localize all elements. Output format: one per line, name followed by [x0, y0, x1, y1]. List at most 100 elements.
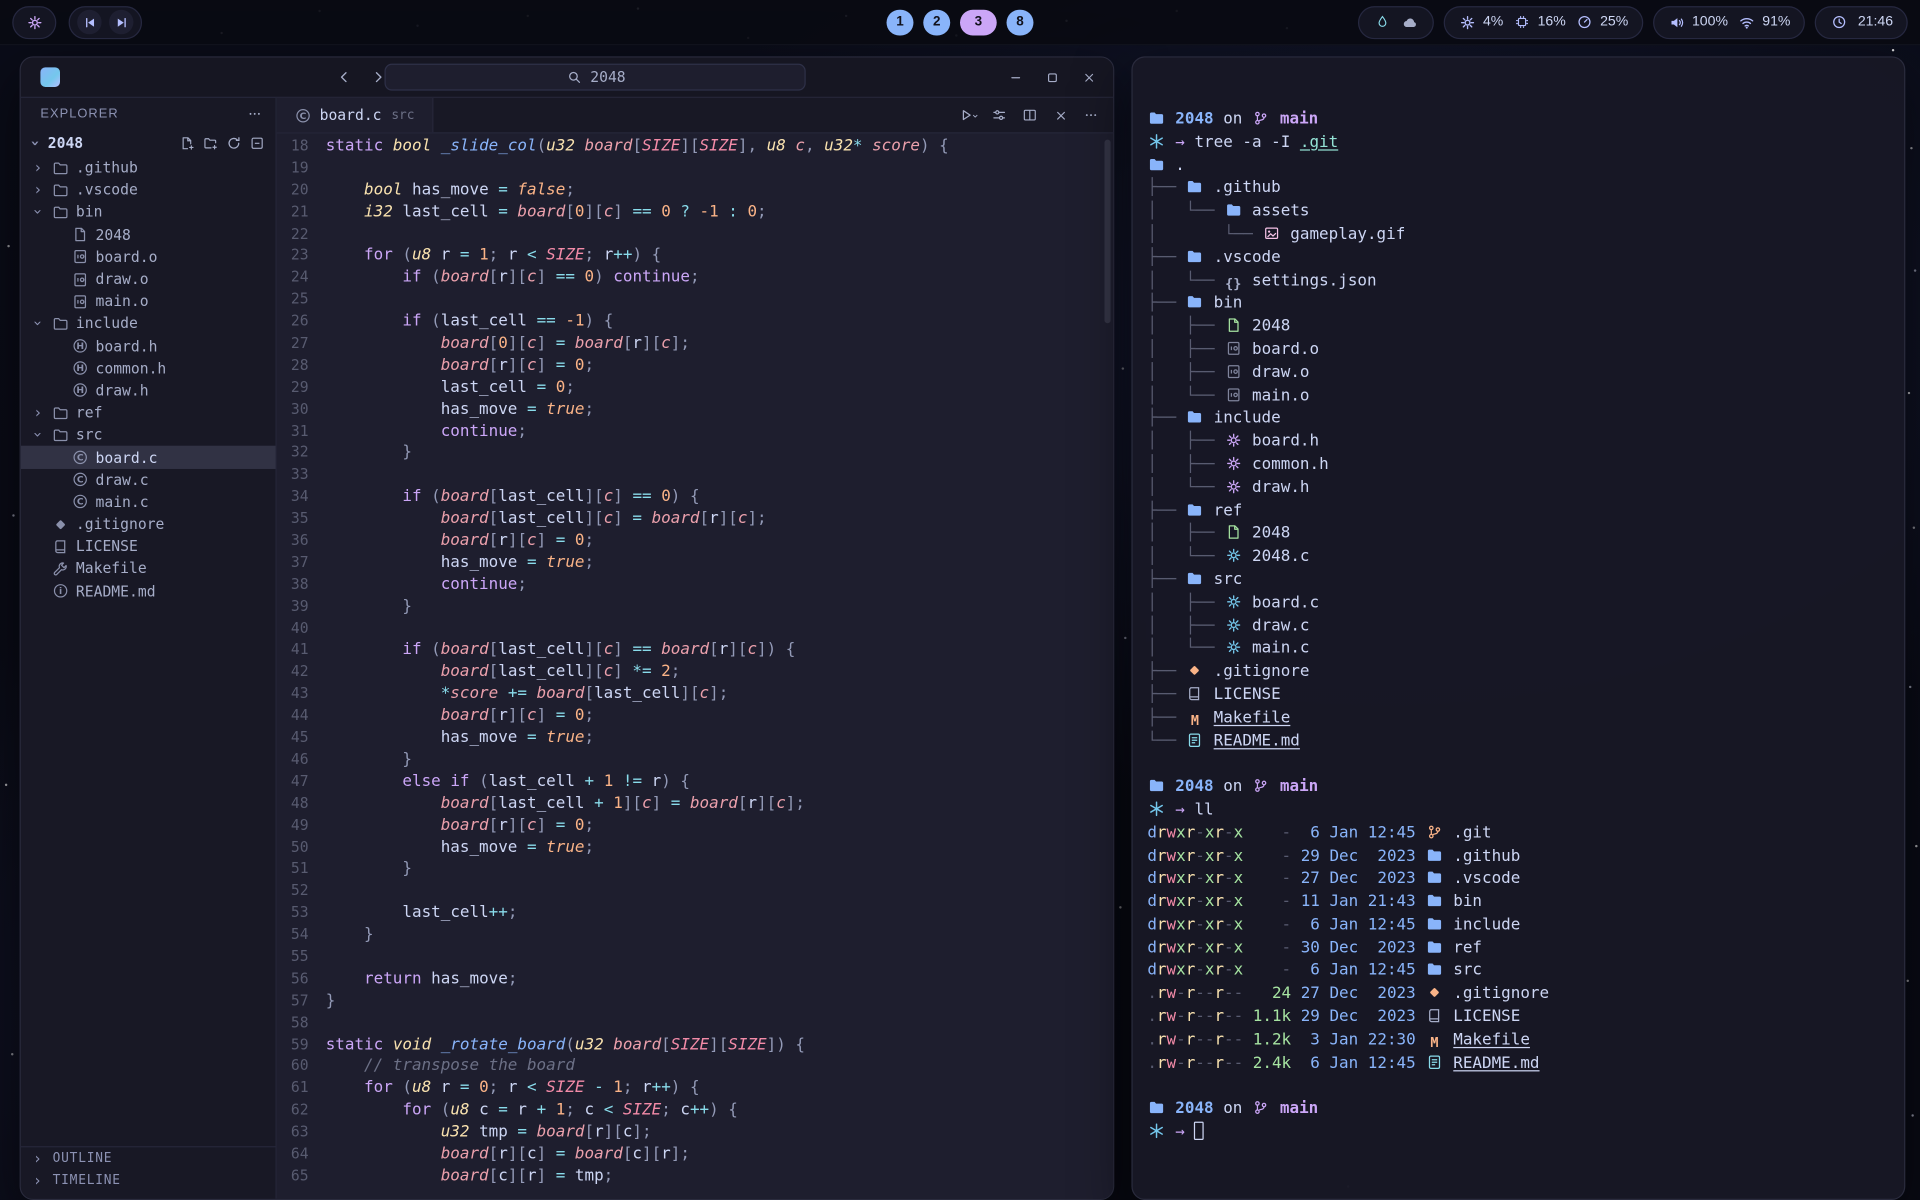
split-editor-button[interactable]: [1015, 100, 1044, 129]
explorer-item-Makefile[interactable]: Makefile: [21, 558, 276, 580]
folder-icon: [1147, 1099, 1165, 1116]
line-number: 30: [277, 399, 309, 421]
more-actions-button[interactable]: [1076, 100, 1105, 129]
file-icon: [1224, 524, 1242, 541]
workspace-8[interactable]: 8: [1007, 9, 1034, 35]
close-icon: [1079, 69, 1097, 86]
maximize-button[interactable]: [1037, 63, 1066, 92]
folder-icon: [1147, 777, 1165, 794]
collapse-all-button[interactable]: [246, 132, 268, 154]
explorer-item-.vscode[interactable]: ›.vscode: [21, 179, 276, 201]
workspace-2[interactable]: 2: [923, 9, 950, 35]
explorer-item-README.md[interactable]: iREADME.md: [21, 580, 276, 602]
folder-icon: [1186, 409, 1204, 426]
refresh-button[interactable]: [223, 132, 245, 154]
nav-back-button[interactable]: [329, 62, 358, 91]
explorer-item-.github[interactable]: ›.github: [21, 157, 276, 179]
explorer-item-board.o[interactable]: board.o: [21, 246, 276, 268]
launcher-button[interactable]: [12, 6, 56, 39]
close-editor-button[interactable]: [1046, 100, 1075, 129]
explorer-item-include[interactable]: ›include: [21, 313, 276, 335]
code-line-47: 47 else if (last_cell + 1 != r) {: [277, 771, 1113, 793]
line-number: 48: [277, 793, 309, 815]
media-next-button[interactable]: [109, 10, 133, 34]
workspace-3[interactable]: 3: [960, 9, 997, 35]
minimize-button[interactable]: [1000, 63, 1029, 92]
code-line-58: 58: [277, 1012, 1113, 1034]
media-prev-button[interactable]: [77, 10, 101, 34]
explorer-item-main.o[interactable]: main.o: [21, 290, 276, 312]
line-number: 18: [277, 136, 309, 158]
explorer-item-draw.c[interactable]: Cdraw.c: [21, 469, 276, 491]
wifi-icon: [1738, 13, 1756, 30]
code-line-36: 36 board[r][c] = 0;: [277, 530, 1113, 552]
system-stats[interactable]: 4% 16% 25%: [1444, 6, 1643, 39]
snow-icon: [1147, 133, 1165, 150]
gear-icon: [1224, 432, 1242, 449]
workspace-1[interactable]: 1: [887, 9, 914, 35]
new-file-button[interactable]: [176, 132, 198, 154]
h-lang-icon: H: [71, 360, 89, 377]
editor-window[interactable]: 2048 EXPLORER › 2048: [20, 56, 1115, 1200]
terminal-line: ├── ref: [1147, 500, 1904, 523]
terminal-line: 2048 on main: [1147, 776, 1904, 799]
snow-icon: [1147, 1122, 1165, 1139]
line-number: 39: [277, 596, 309, 618]
explorer-item-draw.h[interactable]: Hdraw.h: [21, 379, 276, 401]
code-line-18: 18static bool _slide_col(u32 board[SIZE]…: [277, 136, 1113, 158]
explorer-item-ref[interactable]: ›ref: [21, 402, 276, 424]
run-button[interactable]: ⌄: [954, 100, 983, 129]
line-number: 63: [277, 1122, 309, 1144]
new-folder-button[interactable]: [200, 132, 222, 154]
explorer-item-2048[interactable]: 2048: [21, 224, 276, 246]
explorer-item-label: board.o: [96, 248, 158, 265]
code-lines[interactable]: 18static bool _slide_col(u32 board[SIZE]…: [277, 133, 1113, 1198]
terminal-line: ├── include: [1147, 408, 1904, 431]
panel-outline[interactable]: ›OUTLINE: [21, 1147, 276, 1169]
search-input[interactable]: 2048: [384, 64, 805, 91]
line-number: 54: [277, 925, 309, 947]
project-section-header[interactable]: › 2048: [21, 130, 276, 157]
explorer-item-main.c[interactable]: Cmain.c: [21, 491, 276, 513]
code-line-31: 31 continue;: [277, 421, 1113, 443]
terminal-window[interactable]: 2048 on main → tree -a -I .git .├── .git…: [1131, 56, 1905, 1200]
terminal-body[interactable]: 2048 on main → tree -a -I .git .├── .git…: [1133, 58, 1904, 1145]
panel-timeline[interactable]: ›TIMELINE: [21, 1169, 276, 1191]
line-number: 51: [277, 859, 309, 881]
code-line-45: 45 has_move = true;: [277, 727, 1113, 749]
explorer-item-.gitignore[interactable]: .gitignore: [21, 513, 276, 535]
editor-scrollbar[interactable]: [1104, 140, 1110, 324]
folder-icon: [1425, 846, 1443, 863]
explorer-item-LICENSE[interactable]: LICENSE: [21, 535, 276, 557]
audio-network-widget[interactable]: 100% 91%: [1653, 6, 1805, 39]
c-lang-icon: C: [71, 449, 89, 466]
code-line-53: 53 last_cell++;: [277, 903, 1113, 925]
explorer-more-button[interactable]: [244, 103, 266, 125]
explorer-item-common.h[interactable]: Hcommon.h: [21, 357, 276, 379]
explorer-item-draw.o[interactable]: draw.o: [21, 268, 276, 290]
new-folder-icon: [201, 135, 219, 152]
chevron-right-icon: ›: [31, 182, 46, 199]
line-number: 20: [277, 180, 309, 202]
weather-widget[interactable]: [1358, 6, 1434, 39]
explorer-item-board.c[interactable]: Cboard.c: [21, 446, 276, 468]
code-line-35: 35 board[last_cell][c] = board[r][c];: [277, 508, 1113, 530]
explorer-item-bin[interactable]: ›bin: [21, 201, 276, 223]
editor-settings-button[interactable]: [984, 100, 1013, 129]
book-icon: [1425, 1007, 1443, 1024]
explorer-item-label: README.md: [76, 582, 156, 599]
sliders-icon: [990, 107, 1008, 124]
explorer-item-board.h[interactable]: Hboard.h: [21, 335, 276, 357]
terminal-line: ├── LICENSE: [1147, 684, 1904, 707]
explorer-item-label: common.h: [96, 360, 167, 377]
close-button[interactable]: [1074, 63, 1103, 92]
tab-board-c[interactable]: C board.c src: [277, 98, 433, 132]
split-editor-icon: [1021, 107, 1039, 124]
terminal-line: [1147, 753, 1904, 776]
arrow-left-icon: [335, 69, 353, 86]
editor-titlebar[interactable]: 2048: [21, 58, 1113, 98]
explorer-item-src[interactable]: ›src: [21, 424, 276, 446]
line-number: 25: [277, 289, 309, 311]
explorer-item-label: .github: [76, 159, 138, 176]
clock-widget[interactable]: 21:46: [1815, 6, 1908, 39]
